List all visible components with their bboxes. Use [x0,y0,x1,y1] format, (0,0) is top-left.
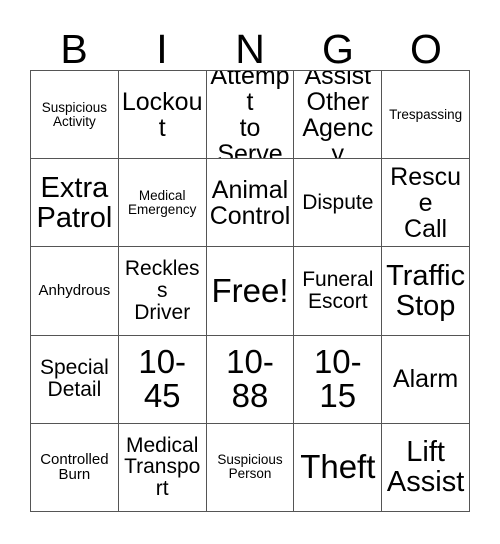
bingo-square[interactable]: Medical Emergency [118,159,207,248]
bingo-square-label: Controlled Burn [40,450,109,484]
bingo-square-label: Traffic Stop [386,259,466,322]
bingo-square[interactable]: Anhydrous [31,247,119,336]
bingo-square[interactable]: Attempt to Serve [206,71,295,160]
bingo-square[interactable]: Animal Control [206,159,295,248]
header-letter: O [410,26,442,72]
bingo-header-letter-n: N [206,12,294,70]
bingo-square[interactable]: Medical Transport [118,423,207,512]
bingo-square-label: 10- 88 [226,342,274,415]
bingo-square-label: Theft [300,448,376,486]
bingo-square-label: Rescue Call [390,162,462,243]
bingo-square[interactable]: Lift Assist [382,423,470,512]
bingo-square[interactable]: 10- 88 [206,335,295,424]
bingo-square-label: Anhydrous [38,282,111,300]
bingo-square-label: Trespassing [389,106,463,122]
bingo-square-label: 10- 15 [313,342,362,415]
bingo-square[interactable]: Special Detail [31,335,119,424]
bingo-square[interactable]: 10- 45 [118,335,207,424]
bingo-square-label: Alarm [392,365,459,394]
bingo-square-label: Attempt to Serve [210,71,290,160]
header-letter: I [156,26,168,72]
bingo-square[interactable]: Alarm [382,335,470,424]
bingo-header-letter-i: I [118,12,206,70]
bingo-square-label: Lockout [121,87,203,142]
bingo-square[interactable]: Funeral Escort [294,247,383,336]
bingo-square[interactable]: Dispute [294,159,383,248]
bingo-square[interactable]: Lockout [118,71,207,160]
bingo-square-label: Extra Patrol [36,171,113,234]
bingo-square-label: Assist Other Agency [302,71,374,160]
bingo-square[interactable]: Extra Patrol [31,159,119,248]
bingo-square[interactable]: Suspicious Person [206,423,295,512]
bingo-square-label: Medical Transport [124,433,201,501]
bingo-square-label: Dispute [302,190,374,214]
bingo-square-label: Medical Emergency [128,187,197,217]
bingo-square-label: Suspicious Person [217,452,283,482]
bingo-square-label: Suspicious Activity [41,99,108,129]
header-letter: G [322,26,354,72]
bingo-square[interactable]: Reckless Driver [118,247,207,336]
header-letter: N [235,26,265,72]
bingo-square-label: 10- 45 [138,342,187,415]
bingo-square-label: Special Detail [39,356,109,402]
bingo-header-row: B I N G O [30,12,470,70]
bingo-square[interactable]: Controlled Burn [31,423,119,512]
bingo-square[interactable]: Traffic Stop [382,247,470,336]
bingo-square[interactable]: Rescue Call [382,159,470,248]
bingo-header-letter-g: G [294,12,382,70]
bingo-grid: Suspicious Activity Lockout Attempt to Ser… [30,70,470,512]
bingo-header-letter-o: O [382,12,470,70]
bingo-square[interactable]: Trespassing [382,71,470,160]
bingo-square-label: Lift Assist [386,436,465,499]
bingo-card: B I N G O Suspicious Activity Lockout Atte… [0,0,500,544]
bingo-square-label: Funeral Escort [302,268,374,313]
header-letter: B [60,26,88,72]
bingo-square[interactable]: 10- 15 [294,335,383,424]
bingo-header-letter-b: B [30,12,118,70]
bingo-free-space[interactable]: Free! [206,247,295,336]
bingo-square-label: Free! [211,271,289,309]
bingo-square[interactable]: Assist Other Agency [294,71,383,160]
bingo-square-label: Animal Control [209,175,291,230]
bingo-square[interactable]: Theft [294,423,383,512]
bingo-square[interactable]: Suspicious Activity [31,71,119,160]
bingo-square-label: Reckless Driver [124,257,200,324]
